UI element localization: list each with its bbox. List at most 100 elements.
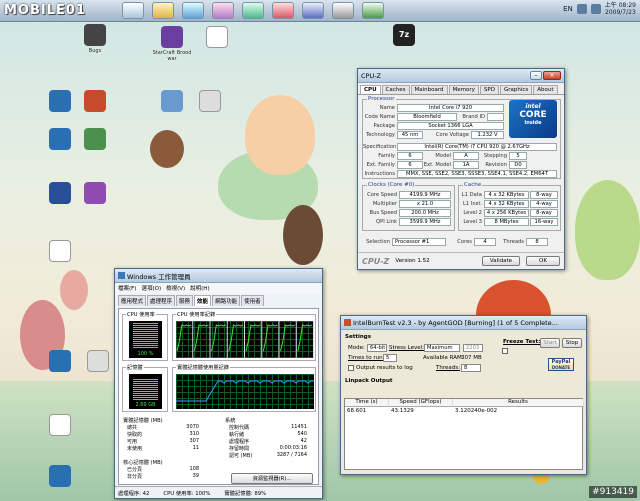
stat-row: 存留時間 0:00:03:16 [229, 445, 307, 452]
desktop-icon[interactable] [75, 128, 115, 152]
anime-avatar-icon[interactable] [272, 2, 294, 19]
tab-cpu[interactable]: CPU [360, 85, 381, 94]
globe-icon[interactable] [182, 2, 204, 19]
output-log-checkbox[interactable] [348, 365, 354, 371]
column-speed[interactable]: Speed (GFlops) [389, 399, 453, 407]
resource-monitor-button[interactable]: 資源監視器(R)... [231, 473, 313, 484]
stat-row: 處理程序 42 [229, 438, 307, 445]
freeze-test-checkbox[interactable] [502, 348, 508, 354]
cpu-core-history-line [245, 324, 261, 352]
folder-icon[interactable] [152, 2, 174, 19]
desktop-icon[interactable] [75, 182, 115, 206]
tab-applications[interactable]: 應用程式 [118, 295, 147, 306]
physical-memory-label: 實體記憶體 (MB) [123, 418, 163, 424]
desktop-icon[interactable] [75, 90, 115, 114]
app-icon [49, 182, 71, 204]
column-results[interactable]: Results [453, 399, 584, 407]
times-to-run-input[interactable]: 5 [383, 354, 397, 362]
volume-icon[interactable] [590, 4, 601, 14]
threads-select[interactable]: 8 [461, 364, 481, 372]
desktop-icon[interactable] [197, 26, 237, 50]
validate-button[interactable]: Validate [482, 256, 520, 266]
desktop-icon[interactable] [78, 350, 118, 374]
network-icon[interactable] [576, 4, 587, 14]
l1-data-ways: 8-way [530, 191, 558, 199]
clock[interactable]: 上午 08:29 2009/7/23 [605, 2, 636, 16]
menu-view[interactable]: 檢視(V) [166, 284, 185, 292]
start-button[interactable]: Start [540, 338, 560, 348]
7zip-icon: 7z [393, 24, 415, 46]
cpu-usage-label: CPU 使用率 [126, 311, 156, 318]
wallpaper-app-icon[interactable] [122, 2, 144, 19]
tab-performance[interactable]: 效能 [194, 295, 212, 306]
menu-options[interactable]: 選項(O) [141, 284, 161, 292]
package-value: Socket 1366 LGA [397, 122, 504, 130]
cpu-history-chart [176, 321, 314, 358]
desktop-icon[interactable]: StarCraft Broodwar [152, 26, 192, 62]
desktop-icon[interactable] [40, 350, 80, 374]
desktop-icon[interactable]: Bugs [75, 24, 115, 54]
tab-mainboard[interactable]: Mainboard [410, 85, 448, 94]
desktop-icon[interactable] [40, 90, 80, 114]
intel-logo-inside: inside [524, 120, 542, 126]
ok-button[interactable]: OK [526, 256, 560, 266]
app-icon [49, 90, 71, 112]
desktop-icon[interactable] [40, 182, 80, 206]
l1-inst-value: 4 x 32 KBytes [484, 200, 529, 208]
tab-caches[interactable]: Caches [381, 85, 410, 94]
anime-avatar-icon[interactable] [242, 2, 264, 19]
close-button[interactable]: × [543, 71, 561, 80]
stress-size-input[interactable]: 2203 [463, 344, 483, 352]
stress-level-select[interactable]: Maximum [424, 344, 460, 352]
stat-value: 11451 [291, 424, 307, 430]
intelburntest-titlebar[interactable]: IntelBurnTest v2.3 - by AgentGOD [Burnin… [341, 316, 586, 330]
memory-box: 記憶體 2.69 GB [122, 364, 168, 412]
task-manager-titlebar[interactable]: Windows 工作管理員 [115, 269, 322, 283]
paypal-donate-button[interactable]: PayPal DONATE [548, 358, 574, 371]
anime-avatar-icon[interactable] [212, 2, 234, 19]
desktop-icon[interactable] [40, 128, 80, 152]
tab-memory[interactable]: Memory [448, 85, 479, 94]
window-icon[interactable] [362, 2, 384, 19]
stat-key: 已分頁 [127, 467, 143, 473]
stat-key: 總共 [127, 425, 138, 431]
tab-networking[interactable]: 網路功能 [212, 295, 241, 306]
technology-value: 45 nm [397, 131, 423, 139]
tab-graphics[interactable]: Graphics [499, 85, 533, 94]
minimize-button[interactable]: – [530, 71, 542, 80]
menu-file[interactable]: 檔案(F) [118, 284, 136, 292]
menu-help[interactable]: 說明(H) [190, 284, 209, 292]
tab-about[interactable]: About [533, 85, 558, 94]
desktop-icon[interactable] [152, 90, 192, 114]
stat-key: 可用 [127, 439, 138, 445]
stress-level-label: Stress Level: [389, 345, 425, 351]
column-time[interactable]: Time (s) [345, 399, 389, 407]
paint-icon [49, 240, 71, 262]
cpu-usage-meter: 100 % [129, 321, 162, 358]
processor-select[interactable]: Processor #1 [392, 238, 446, 246]
desktop-icon[interactable]: 7z [384, 24, 424, 48]
status-cpu: CPU 使用率: 100% [163, 490, 211, 497]
cpuz-titlebar[interactable]: CPU-Z – × [358, 69, 564, 83]
chess-icon[interactable] [332, 2, 354, 19]
desktop-icon[interactable] [40, 465, 80, 489]
media-icon[interactable] [302, 2, 324, 19]
memory-history-chart [176, 380, 314, 402]
language-indicator[interactable]: EN [563, 5, 573, 13]
wallpaper-doll [60, 270, 88, 310]
stop-button[interactable]: Stop [562, 338, 582, 348]
stepping-label: Stepping [483, 153, 507, 159]
tab-processes[interactable]: 處理程序 [147, 295, 176, 306]
tab-users[interactable]: 使用者 [241, 295, 264, 306]
desktop-icon[interactable] [190, 90, 230, 114]
tab-services[interactable]: 服務 [176, 295, 194, 306]
memory-history-box: 實體記憶體使用量記錄 [172, 364, 316, 412]
desktop-icon[interactable] [40, 414, 80, 438]
cpuz-version: Version 1.52 [395, 258, 430, 264]
brandid-value [487, 113, 504, 121]
cpu-core-divider [244, 321, 245, 358]
desktop-icon[interactable] [40, 240, 80, 264]
tab-spd[interactable]: SPD [479, 85, 499, 94]
cpu-core-history-line [176, 324, 192, 352]
mode-select[interactable]: 64-bit [367, 344, 387, 352]
